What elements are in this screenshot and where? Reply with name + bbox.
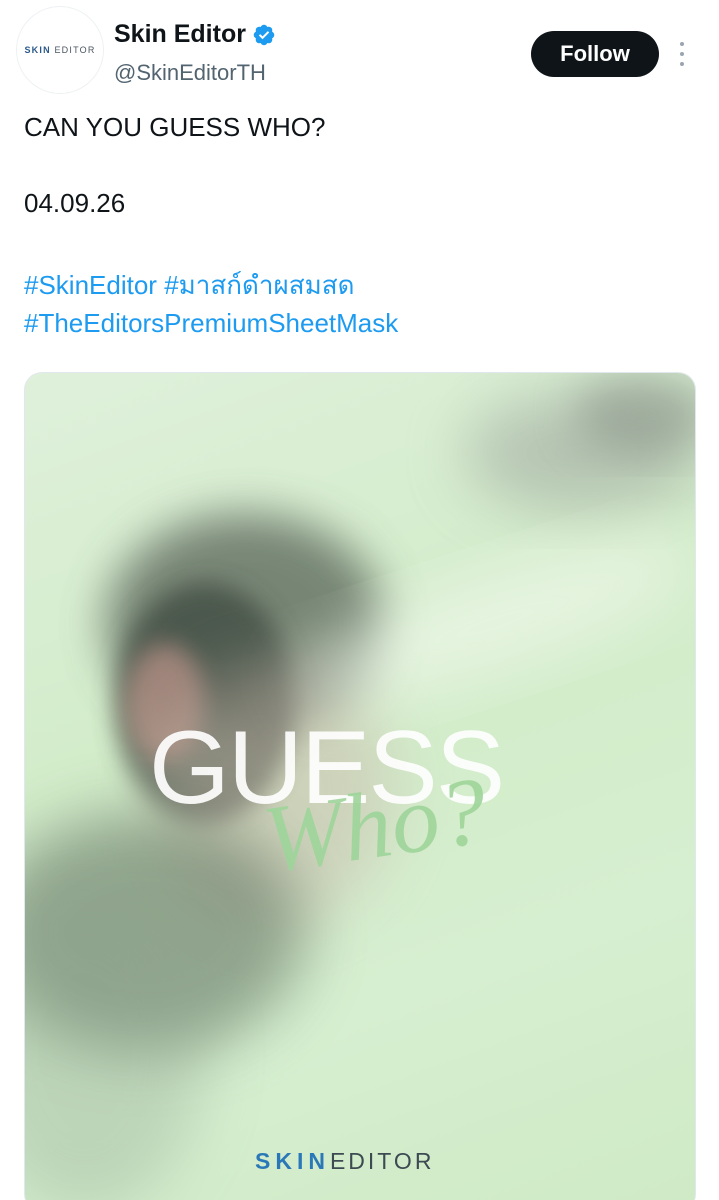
tweet-text-line: CAN YOU GUESS WHO? — [24, 112, 326, 142]
hashtag-link[interactable]: #SkinEditor — [24, 270, 157, 300]
avatar[interactable]: SKIN EDITOR — [16, 6, 104, 94]
hashtags: #SkinEditor #มาสก์ดำผสมสด #TheEditorsPre… — [24, 266, 398, 342]
tweet-date-text: 04.09.26 — [24, 188, 126, 218]
tweet-header: SKIN EDITOR Skin Editor @SkinEditorTH Fo… — [0, 0, 719, 100]
display-name[interactable]: Skin Editor — [114, 20, 246, 49]
handle[interactable]: @SkinEditorTH — [114, 60, 266, 86]
avatar-logo: SKIN EDITOR — [24, 45, 96, 55]
follow-button[interactable]: Follow — [531, 31, 659, 77]
hashtag-link[interactable]: #TheEditorsPremiumSheetMask — [24, 308, 398, 338]
media-footer: SKINEDITOR — [0, 1068, 672, 1200]
more-options-icon[interactable] — [670, 36, 694, 72]
hashtag-link[interactable]: #มาสก์ดำผสมสด — [164, 270, 354, 300]
verified-badge-icon — [253, 24, 275, 45]
name-row: Skin Editor — [114, 20, 276, 49]
brand-logo: SKINEDITOR — [255, 1148, 435, 1174]
